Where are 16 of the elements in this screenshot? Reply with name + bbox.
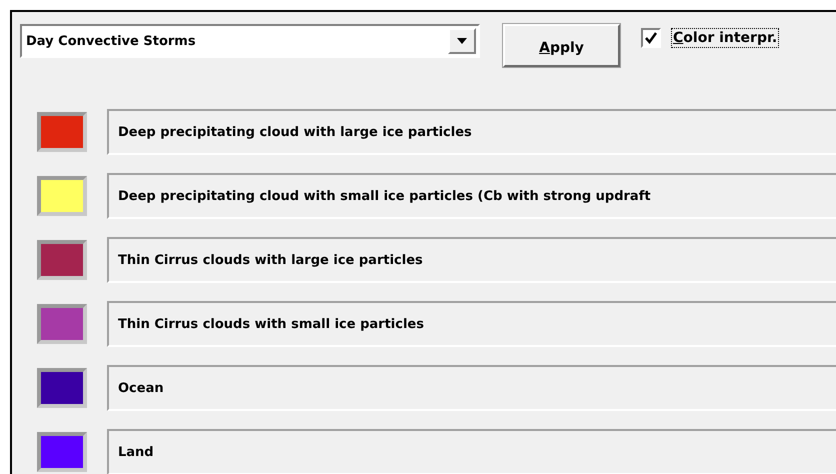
scheme-dropdown[interactable]: Day Convective Storms — [20, 24, 480, 58]
class-label-field: Thin Cirrus clouds with small ice particles — [107, 301, 836, 347]
class-label-field: Land — [107, 429, 836, 474]
color-swatch[interactable] — [37, 112, 87, 152]
color-swatch[interactable] — [37, 368, 87, 408]
apply-button[interactable]: Apply — [503, 24, 620, 67]
color-swatch[interactable] — [37, 240, 87, 280]
class-label-field: Thin Cirrus clouds with large ice particles — [107, 237, 836, 283]
color-swatch[interactable] — [37, 304, 87, 344]
color-swatch[interactable] — [37, 432, 87, 472]
class-label-field: Deep precipitating cloud with small ice particles (Cb with strong updraft — [107, 173, 836, 219]
class-label-field: Deep precipitating cloud with large ice particles — [107, 109, 836, 155]
color-swatch[interactable] — [37, 176, 87, 216]
color-interp-checkbox[interactable] — [641, 28, 661, 48]
checkbox-label[interactable]: Color interpr. — [671, 28, 780, 48]
class-label-field: Ocean — [107, 365, 836, 411]
